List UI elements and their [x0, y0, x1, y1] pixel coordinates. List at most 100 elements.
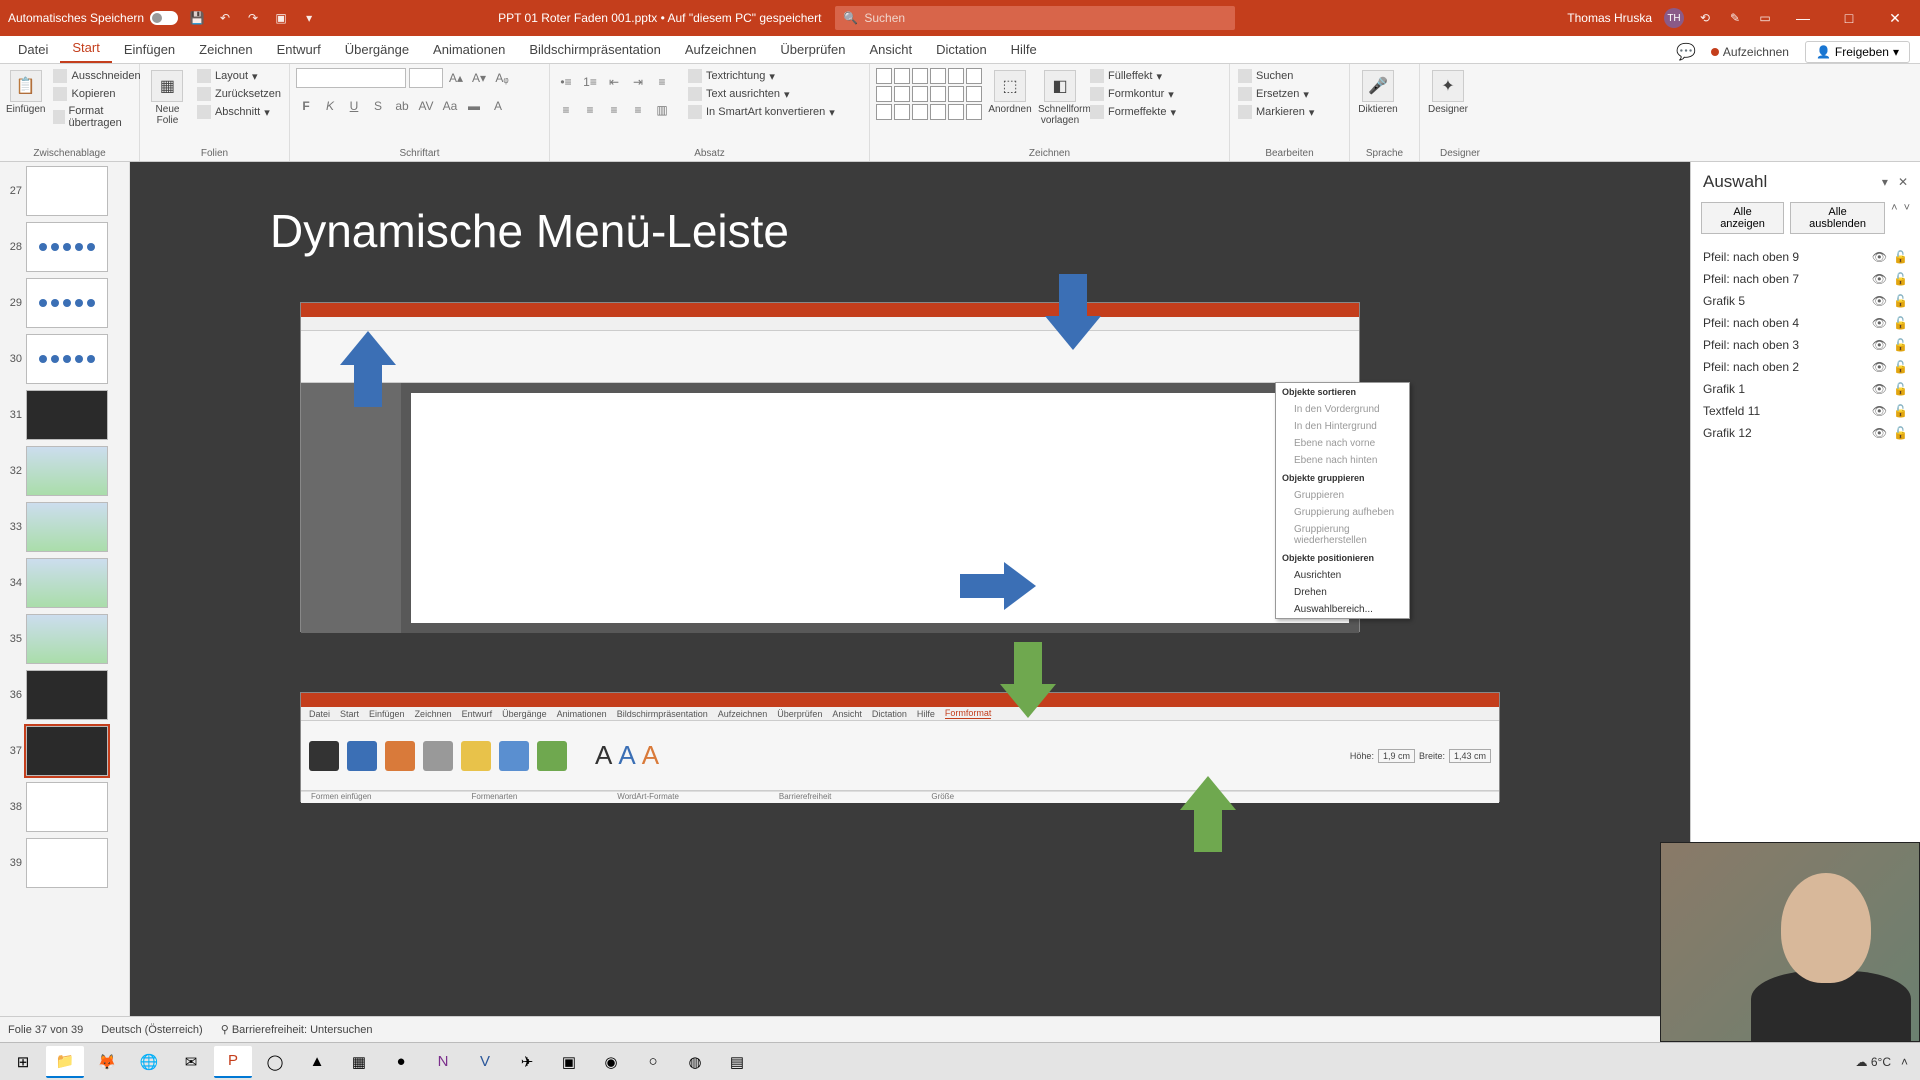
selpane-up-icon[interactable]: ˄ — [1891, 202, 1897, 234]
ctx-forward[interactable]: Ebene nach vorne — [1276, 435, 1409, 452]
lock-icon[interactable]: 🔓 — [1893, 404, 1908, 418]
lock-icon[interactable]: 🔓 — [1893, 426, 1908, 440]
bullets-button[interactable]: •≡ — [556, 72, 576, 92]
strike-button[interactable]: S — [368, 96, 388, 116]
selpane-dropdown-icon[interactable]: ▾ — [1882, 175, 1888, 189]
font-family-input[interactable] — [296, 68, 406, 88]
tray-chevron-icon[interactable]: ˄ — [1901, 1055, 1908, 1069]
thumbnail-preview[interactable] — [26, 390, 108, 440]
tab-animationen[interactable]: Animationen — [421, 36, 517, 63]
thumbnail-preview[interactable] — [26, 782, 108, 832]
indent-inc-button[interactable]: ⇥ — [628, 72, 648, 92]
align-right-button[interactable]: ≡ — [604, 100, 624, 120]
dictate-button[interactable]: 🎤Diktieren — [1356, 68, 1400, 115]
thumbnail-preview[interactable] — [26, 670, 108, 720]
shadow-button[interactable]: ab — [392, 96, 412, 116]
thumbnail-38[interactable]: 38 — [2, 782, 127, 832]
thumbnail-preview[interactable] — [26, 222, 108, 272]
selection-item[interactable]: Pfeil: nach oben 3👁🔓 — [1701, 334, 1910, 356]
thumbnail-35[interactable]: 35 — [2, 614, 127, 664]
thumbnail-preview[interactable] — [26, 278, 108, 328]
file-name[interactable]: PPT 01 Roter Faden 001.pptx • Auf "diese… — [498, 11, 821, 25]
autosave-toggle[interactable]: Automatisches Speichern — [8, 11, 178, 25]
user-avatar[interactable]: TH — [1664, 8, 1684, 28]
copy-button[interactable]: Kopieren — [51, 86, 142, 102]
show-all-button[interactable]: Alle anzeigen — [1701, 202, 1784, 234]
selection-item[interactable]: Pfeil: nach oben 4👁🔓 — [1701, 312, 1910, 334]
visibility-icon[interactable]: 👁 — [1872, 272, 1887, 286]
cut-button[interactable]: Ausschneiden — [51, 68, 142, 84]
selection-item[interactable]: Pfeil: nach oben 7👁🔓 — [1701, 268, 1910, 290]
thumbnail-preview[interactable] — [26, 166, 108, 216]
thumbnail-33[interactable]: 33 — [2, 502, 127, 552]
lock-icon[interactable]: 🔓 — [1893, 382, 1908, 396]
language-indicator[interactable]: Deutsch (Österreich) — [101, 1024, 202, 1036]
toggle-icon[interactable] — [150, 11, 178, 25]
thumbnail-preview[interactable] — [26, 558, 108, 608]
increase-font-icon[interactable]: A▴ — [446, 68, 466, 88]
case-button[interactable]: Aa — [440, 96, 460, 116]
ctx-regroup[interactable]: Gruppierung wiederherstellen — [1276, 521, 1409, 549]
reset-button[interactable]: Zurücksetzen — [195, 86, 283, 102]
thumbnail-preview[interactable] — [26, 614, 108, 664]
record-button[interactable]: Aufzeichnen — [1703, 42, 1797, 62]
sync-icon[interactable]: ⟲ — [1696, 9, 1714, 27]
vlc-icon[interactable]: ▲ — [298, 1046, 336, 1078]
search-box[interactable]: 🔍 — [835, 6, 1235, 30]
tab-aufzeichnen[interactable]: Aufzeichnen — [673, 36, 769, 63]
selection-item[interactable]: Grafik 1👁🔓 — [1701, 378, 1910, 400]
thumbnail-28[interactable]: 28 — [2, 222, 127, 272]
ctx-backward[interactable]: Ebene nach hinten — [1276, 452, 1409, 469]
selection-item[interactable]: Pfeil: nach oben 9👁🔓 — [1701, 246, 1910, 268]
slideshow-icon[interactable]: ▣ — [272, 9, 290, 27]
tab-ansicht[interactable]: Ansicht — [857, 36, 924, 63]
ctx-bring-front[interactable]: In den Vordergrund — [1276, 401, 1409, 418]
search-input[interactable] — [864, 11, 1227, 25]
onenote-icon[interactable]: N — [424, 1046, 462, 1078]
selection-item[interactable]: Grafik 12👁🔓 — [1701, 422, 1910, 444]
thumbnail-32[interactable]: 32 — [2, 446, 127, 496]
slide-thumbnails[interactable]: 27282930313233343536373839 — [0, 162, 130, 1016]
lock-icon[interactable]: 🔓 — [1893, 294, 1908, 308]
tab-datei[interactable]: Datei — [6, 36, 60, 63]
lock-icon[interactable]: 🔓 — [1893, 316, 1908, 330]
numbering-button[interactable]: 1≡ — [580, 72, 600, 92]
share-button[interactable]: 👤Freigeben ▾ — [1805, 41, 1910, 63]
more-icon[interactable]: ▾ — [300, 9, 318, 27]
tab-bildschirm[interactable]: Bildschirmpräsentation — [517, 36, 673, 63]
ctx-align[interactable]: Ausrichten — [1276, 567, 1409, 584]
app-icon-2[interactable]: ▦ — [340, 1046, 378, 1078]
slide-canvas-area[interactable]: Dynamische Menü-Leiste Objekte sortieren… — [130, 162, 1690, 1016]
align-left-button[interactable]: ≡ — [556, 100, 576, 120]
visibility-icon[interactable]: 👁 — [1872, 250, 1887, 264]
minimize-icon[interactable]: — — [1786, 10, 1820, 26]
text-align-button[interactable]: Text ausrichten ▾ — [686, 86, 837, 102]
slide-counter[interactable]: Folie 37 von 39 — [8, 1024, 83, 1036]
app-icon-3[interactable]: ● — [382, 1046, 420, 1078]
firefox-icon[interactable]: 🦊 — [88, 1046, 126, 1078]
thumbnail-preview[interactable] — [26, 446, 108, 496]
app-icon-4[interactable]: ▣ — [550, 1046, 588, 1078]
line-spacing-button[interactable]: ≡ — [652, 72, 672, 92]
outlook-icon[interactable]: ✉ — [172, 1046, 210, 1078]
underline-button[interactable]: U — [344, 96, 364, 116]
thumbnail-39[interactable]: 39 — [2, 838, 127, 888]
visibility-icon[interactable]: 👁 — [1872, 316, 1887, 330]
fill-button[interactable]: Fülleffekt ▾ — [1088, 68, 1178, 84]
tab-zeichnen[interactable]: Zeichnen — [187, 36, 264, 63]
selpane-close-icon[interactable]: ✕ — [1898, 175, 1908, 189]
thumbnail-preview[interactable] — [26, 838, 108, 888]
align-center-button[interactable]: ≡ — [580, 100, 600, 120]
format-painter-button[interactable]: Format übertragen — [51, 104, 142, 130]
visibility-icon[interactable]: 👁 — [1872, 360, 1887, 374]
ctx-rotate[interactable]: Drehen — [1276, 584, 1409, 601]
decrease-font-icon[interactable]: A▾ — [469, 68, 489, 88]
new-slide-button[interactable]: ▦Neue Folie — [146, 68, 189, 126]
visibility-icon[interactable]: 👁 — [1872, 382, 1887, 396]
tab-hilfe[interactable]: Hilfe — [999, 36, 1049, 63]
visibility-icon[interactable]: 👁 — [1872, 338, 1887, 352]
paste-button[interactable]: 📋Einfügen — [6, 68, 45, 115]
replace-button[interactable]: Ersetzen ▾ — [1236, 86, 1316, 102]
section-button[interactable]: Abschnitt ▾ — [195, 104, 283, 120]
accessibility-check[interactable]: ⚲ Barrierefreiheit: Untersuchen — [221, 1023, 373, 1036]
